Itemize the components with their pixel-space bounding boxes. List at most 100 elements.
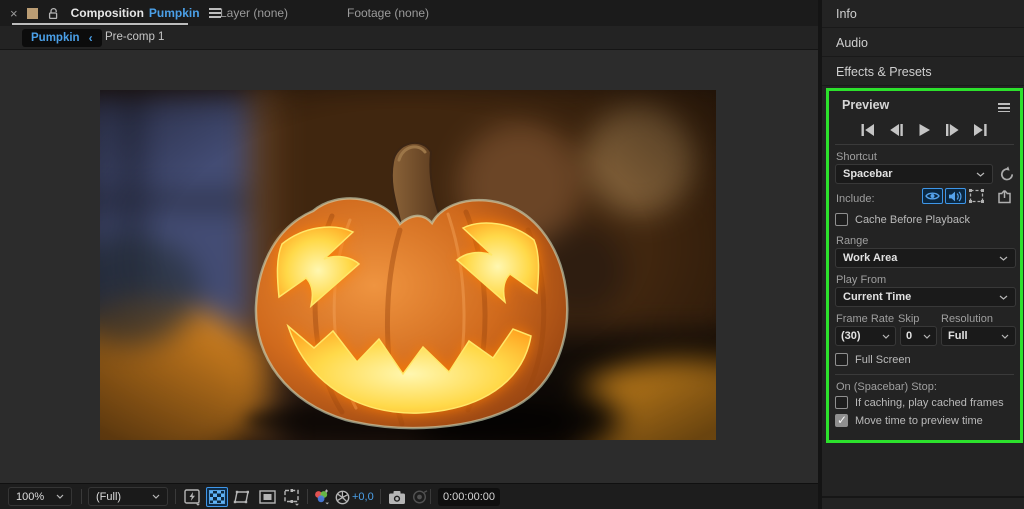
- divider: [307, 489, 308, 504]
- range-dropdown[interactable]: Work Area: [835, 248, 1016, 268]
- channel-settings-icon[interactable]: [311, 487, 331, 507]
- chevron-down-icon: [923, 334, 931, 339]
- resolution-preview-value: Full: [948, 330, 968, 342]
- close-icon[interactable]: ×: [10, 6, 18, 21]
- frame-rate-label: Frame Rate: [836, 313, 894, 325]
- panel-header-label: Info: [836, 7, 857, 21]
- checkbox[interactable]: [835, 396, 848, 409]
- breadcrumb-parent-comp[interactable]: Pre-comp 1: [105, 31, 164, 43]
- chevron-down-icon: [999, 295, 1008, 300]
- preview-time-field[interactable]: 0:00:00:00: [438, 488, 500, 506]
- transparency-grid-icon[interactable]: [206, 487, 228, 507]
- panel-color-swatch: [27, 8, 38, 19]
- after-effects-window: × Composition Pumpkin Layer (none) Foota…: [0, 0, 1024, 509]
- checkbox[interactable]: [835, 353, 848, 366]
- include-label: Include:: [836, 193, 875, 205]
- chevron-down-icon: [144, 494, 160, 499]
- checkbox-label: Cache Before Playback: [855, 214, 970, 226]
- panel-header-audio[interactable]: Audio: [822, 29, 1024, 57]
- preview-panel: Preview Shortcut Spacebar Include:: [826, 88, 1023, 443]
- active-tab-underline: [12, 23, 188, 25]
- tab-composition[interactable]: Composition: [71, 6, 144, 20]
- divider: [835, 374, 1014, 375]
- composition-viewer[interactable]: [0, 50, 818, 483]
- panel-header-info[interactable]: Info: [822, 0, 1024, 28]
- full-screen-row[interactable]: Full Screen: [835, 353, 911, 366]
- step-back-icon[interactable]: [889, 123, 905, 137]
- divider: [822, 496, 1024, 498]
- checkbox-label: If caching, play cached frames: [855, 397, 1004, 409]
- if-caching-row[interactable]: If caching, play cached frames: [835, 396, 1004, 409]
- play-from-label: Play From: [836, 274, 886, 286]
- move-time-row[interactable]: Move time to preview time: [835, 414, 983, 427]
- chevron-down-icon: [1001, 334, 1009, 339]
- grid-guides-icon[interactable]: [256, 487, 278, 507]
- frame-rate-dropdown[interactable]: (30): [835, 326, 896, 346]
- breadcrumb-chevron-icon: ‹: [89, 31, 93, 45]
- shortcut-dropdown[interactable]: Spacebar: [835, 164, 993, 184]
- resolution-preview-dropdown[interactable]: Full: [941, 326, 1016, 346]
- transmit-share-icon[interactable]: [997, 189, 1014, 209]
- range-value: Work Area: [843, 252, 897, 264]
- include-video-eye-icon[interactable]: [922, 188, 943, 204]
- tab-composition-name[interactable]: Pumpkin: [149, 6, 200, 20]
- region-of-interest-icon[interactable]: [281, 487, 303, 507]
- mask-visibility-icon[interactable]: [231, 487, 253, 507]
- viewer-toolbar: 100% (Full): [0, 483, 818, 509]
- preview-panel-title[interactable]: Preview: [842, 98, 889, 112]
- take-snapshot-icon[interactable]: [386, 487, 408, 507]
- go-to-end-icon[interactable]: [973, 123, 989, 137]
- play-from-dropdown[interactable]: Current Time: [835, 287, 1016, 307]
- exposure-value[interactable]: +0,0: [352, 491, 374, 503]
- play-icon[interactable]: [917, 123, 933, 137]
- frame-rate-value: (30): [841, 330, 861, 342]
- panel-header-label: Audio: [836, 36, 868, 50]
- step-forward-icon[interactable]: [945, 123, 961, 137]
- resolution-label: Resolution: [941, 313, 993, 325]
- cache-before-playback-row[interactable]: Cache Before Playback: [835, 213, 970, 226]
- tab-layer[interactable]: Layer (none): [220, 6, 288, 20]
- resolution-dropdown[interactable]: (Full): [88, 487, 168, 506]
- checkbox[interactable]: [835, 213, 848, 226]
- include-overlays-frame-icon[interactable]: [968, 188, 985, 209]
- skip-label: Skip: [898, 313, 919, 325]
- range-label: Range: [836, 235, 868, 247]
- panel-header-label: Effects & Presets: [836, 65, 932, 79]
- play-from-value: Current Time: [843, 291, 911, 303]
- breadcrumb-comp-label: Pumpkin: [31, 32, 80, 44]
- divider: [175, 489, 176, 504]
- tab-footage[interactable]: Footage (none): [347, 6, 429, 20]
- shortcut-label: Shortcut: [836, 151, 877, 163]
- panel-menu-icon[interactable]: [998, 101, 1010, 115]
- right-panel-column: Info Audio Effects & Presets Preview Sho…: [818, 0, 1024, 509]
- exposure-icon[interactable]: [333, 487, 351, 507]
- panel-menu-icon[interactable]: [209, 6, 221, 20]
- chevron-down-icon: [48, 494, 64, 499]
- composition-breadcrumb-bar: Pumpkin ‹ Pre-comp 1: [0, 26, 818, 50]
- skip-dropdown[interactable]: 0: [900, 326, 937, 346]
- transport-controls: [829, 119, 1020, 141]
- chevron-down-icon: [999, 256, 1008, 261]
- breadcrumb-active-comp[interactable]: Pumpkin ‹: [22, 29, 102, 47]
- checkbox[interactable]: [835, 414, 848, 427]
- divider: [380, 489, 381, 504]
- skip-value: 0: [906, 330, 912, 342]
- chevron-down-icon: [976, 172, 985, 177]
- include-audio-speaker-icon[interactable]: [945, 188, 966, 204]
- checkbox-label: Full Screen: [855, 354, 911, 366]
- chevron-down-icon: [882, 334, 890, 339]
- go-to-start-icon[interactable]: [861, 123, 877, 137]
- magnification-dropdown[interactable]: 100%: [8, 487, 72, 506]
- divider: [81, 489, 82, 504]
- show-snapshot-icon[interactable]: [408, 487, 430, 507]
- resolution-value: (Full): [96, 491, 121, 503]
- divider: [430, 489, 431, 504]
- panel-header-effects-presets[interactable]: Effects & Presets: [822, 58, 1024, 86]
- reset-icon[interactable]: [999, 166, 1015, 187]
- unlock-icon[interactable]: [47, 7, 60, 20]
- composition-canvas-image: [100, 90, 716, 440]
- shortcut-value: Spacebar: [843, 168, 893, 180]
- viewer-tab-bar: × Composition Pumpkin Layer (none) Foota…: [0, 0, 818, 26]
- checkbox-label: Move time to preview time: [855, 415, 983, 427]
- fast-previews-icon[interactable]: [182, 487, 204, 507]
